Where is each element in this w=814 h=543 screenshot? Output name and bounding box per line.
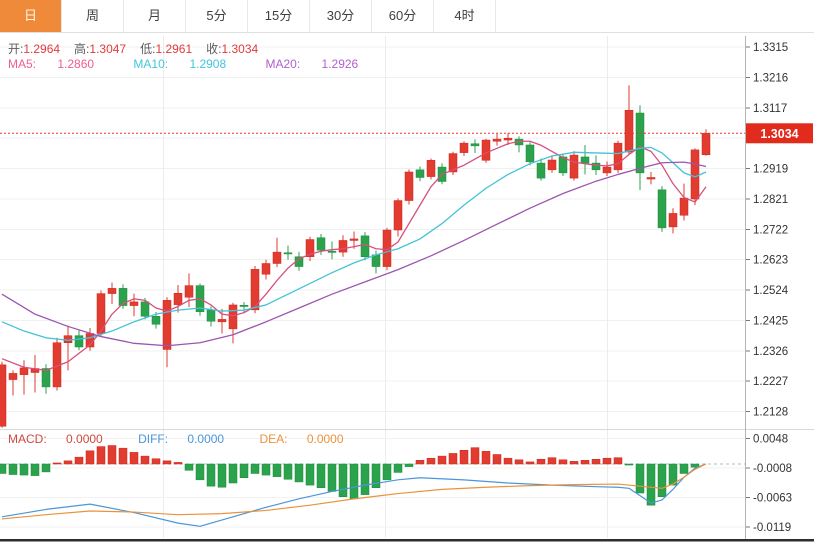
svg-text:-0.0063: -0.0063 bbox=[753, 492, 792, 504]
svg-text:1.2722: 1.2722 bbox=[753, 224, 788, 236]
svg-text:1.3117: 1.3117 bbox=[753, 103, 787, 115]
svg-text:0.0048: 0.0048 bbox=[753, 434, 788, 446]
svg-text:1.2128: 1.2128 bbox=[753, 407, 788, 419]
svg-text:-0.0119: -0.0119 bbox=[753, 522, 791, 534]
svg-text:1.3216: 1.3216 bbox=[753, 72, 788, 84]
svg-text:1.2425: 1.2425 bbox=[753, 315, 788, 327]
svg-text:-0.0008: -0.0008 bbox=[753, 463, 792, 475]
svg-text:1.2524: 1.2524 bbox=[753, 285, 789, 297]
candlestick-chart[interactable]: 1.33151.32161.31171.30181.29191.28211.27… bbox=[0, 0, 814, 543]
svg-text:1.2227: 1.2227 bbox=[753, 376, 788, 388]
svg-text:1.2821: 1.2821 bbox=[753, 194, 788, 206]
svg-text:1.3315: 1.3315 bbox=[753, 42, 788, 54]
svg-text:1.2326: 1.2326 bbox=[753, 346, 788, 358]
last-price-tag: 1.3034 bbox=[746, 123, 813, 144]
svg-text:1.2623: 1.2623 bbox=[753, 255, 788, 267]
trading-chart-app: 日 周 月 5分 15分 30分 60分 4时 1.3315 1.3216 1.31… bbox=[0, 0, 814, 543]
svg-text:1.2919: 1.2919 bbox=[753, 164, 788, 176]
svg-text:1.3034: 1.3034 bbox=[760, 127, 798, 141]
